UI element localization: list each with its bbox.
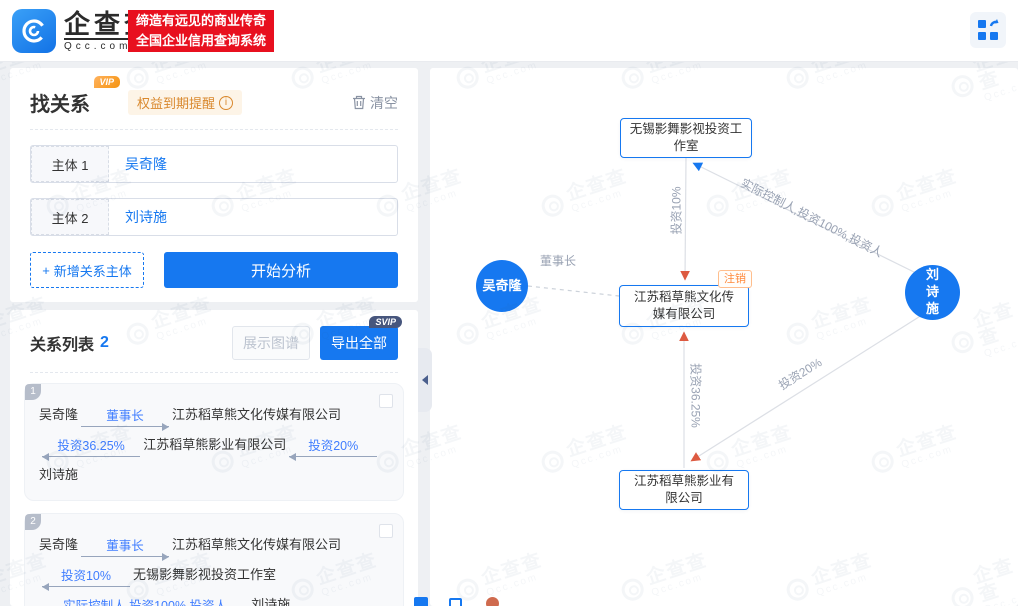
arrow-left-icon: 投资36.25%	[42, 438, 140, 457]
chain-entity[interactable]: 刘诗施	[39, 467, 78, 482]
chain-relation-label: 实际控制人,投资100%,投资人	[42, 598, 248, 606]
edge-label-chairman: 董事长	[530, 252, 586, 269]
arrow-right-icon: 董事长	[81, 408, 169, 427]
legend-company-swatch	[449, 598, 462, 606]
collapse-arrow-icon	[422, 375, 428, 385]
chain-entity[interactable]: 吴奇隆	[39, 537, 78, 552]
page-title: 找关系 VIP	[30, 88, 90, 117]
graph-node-company-mid[interactable]: 江苏稻草熊文化传媒有限公司	[619, 285, 749, 327]
results-count: 2	[100, 334, 109, 352]
edge-label-invest10: 投资10%	[668, 179, 685, 243]
results-title: 关系列表	[30, 331, 94, 355]
subject2-input[interactable]: 刘诗施	[109, 199, 397, 235]
analyze-button[interactable]: 开始分析	[164, 252, 398, 288]
info-icon: i	[219, 96, 233, 110]
show-graph-button[interactable]: 展示图谱	[232, 326, 310, 360]
chain-entity[interactable]: 刘诗施	[251, 597, 290, 606]
find-relations-panel: 找关系 VIP 权益到期提醒 i 清空 主体 1 吴奇隆 主体 2 刘诗施 + …	[10, 68, 418, 302]
relation-list-panel: 关系列表 2 展示图谱 导出全部 SVIP 1吴奇隆董事长江苏稻草熊文化传媒有限…	[10, 310, 418, 606]
arrow-left-icon: 投资20%	[289, 438, 377, 457]
status-badge-cancelled: 注销	[718, 270, 752, 288]
slogan-line2: 全国企业信用查询系统	[136, 31, 266, 51]
edge-label-invest3625: 投资36.25%	[688, 358, 705, 434]
chain-entity[interactable]: 江苏稻草熊文化传媒有限公司	[172, 407, 341, 422]
item-index-badge: 1	[25, 384, 41, 400]
chain-relation-label: 投资36.25%	[42, 438, 140, 455]
chain-relation-label: 董事长	[81, 538, 169, 555]
graph-node-company-bottom[interactable]: 江苏稻草熊影业有限公司	[619, 470, 749, 510]
vip-badge: VIP	[94, 76, 120, 88]
relation-list-item: 1 吴奇隆董事长江苏稻草熊文化传媒有限公司投资36.25%江苏稻草熊影业有限公司投…	[24, 383, 404, 501]
expiry-notice-text: 权益到期提醒	[137, 93, 215, 112]
chain-entity[interactable]: 无锡影舞影视投资工作室	[133, 567, 276, 582]
top-header: 企查查 Qcc.com 缔造有远见的商业传奇 全国企业信用查询系统	[0, 0, 1018, 62]
relation-list-item: 2 吴奇隆董事长江苏稻草熊文化传媒有限公司投资10%无锡影舞影视投资工作室实际控制…	[24, 513, 404, 606]
graph-node-person2[interactable]: 刘诗施	[905, 265, 960, 320]
slogan-line1: 缔造有远见的商业传奇	[136, 11, 266, 31]
chain-relation-label: 董事长	[81, 408, 169, 425]
export-all-button[interactable]: 导出全部 SVIP	[320, 326, 398, 360]
arrow-left-icon: 投资10%	[42, 568, 130, 587]
qcc-logo-icon	[12, 9, 56, 53]
chain-relation-label: 投资10%	[42, 568, 130, 585]
qr-scan-icon[interactable]	[970, 12, 1006, 48]
relation-graph-canvas[interactable]: 董事长 投资10% 投资36.25% 实际控制人,投资100%,投资人 投资20…	[430, 68, 1018, 606]
panel-collapse-handle[interactable]	[418, 348, 432, 412]
edge-invest20	[691, 315, 922, 461]
chain-relation-label: 投资20%	[289, 438, 377, 455]
relation-list: 1吴奇隆董事长江苏稻草熊文化传媒有限公司投资36.25%江苏稻草熊影业有限公司投…	[10, 373, 418, 606]
subject2-field[interactable]: 主体 2 刘诗施	[30, 198, 398, 236]
edge-invest10	[685, 158, 686, 280]
edge-chairman	[528, 286, 619, 296]
item-checkbox[interactable]	[379, 524, 393, 538]
brand-slogan: 缔造有远见的商业传奇 全国企业信用查询系统	[128, 10, 274, 52]
chain-entity[interactable]: 江苏稻草熊文化传媒有限公司	[172, 537, 341, 552]
arrow-right-icon: 董事长	[81, 538, 169, 557]
legend-person-swatch	[486, 597, 499, 606]
subject2-label: 主体 2	[31, 199, 109, 235]
add-subject-label: 新增关系主体	[54, 261, 132, 280]
svip-badge: SVIP	[369, 316, 402, 328]
graph-node-person1[interactable]: 吴奇隆	[476, 260, 528, 312]
chain-entity[interactable]: 吴奇隆	[39, 407, 78, 422]
plus-icon: +	[42, 263, 50, 278]
subject1-input[interactable]: 吴奇隆	[109, 146, 397, 182]
clear-label: 清空	[370, 93, 398, 113]
graph-node-company-top[interactable]: 无锡影舞影视投资工作室	[620, 118, 752, 158]
export-all-label: 导出全部	[331, 335, 387, 351]
trash-icon	[352, 95, 366, 110]
item-index-badge: 2	[25, 514, 41, 530]
expiry-notice[interactable]: 权益到期提醒 i	[128, 90, 242, 115]
subject1-label: 主体 1	[31, 146, 109, 182]
add-subject-button[interactable]: + 新增关系主体	[30, 252, 144, 288]
clear-button[interactable]: 清空	[352, 93, 398, 113]
arrow-left-icon: 实际控制人,投资100%,投资人	[42, 598, 248, 606]
legend-subject-swatch	[414, 597, 428, 606]
item-checkbox[interactable]	[379, 394, 393, 408]
subject1-field[interactable]: 主体 1 吴奇隆	[30, 145, 398, 183]
divider	[30, 129, 398, 130]
chain-entity[interactable]: 江苏稻草熊影业有限公司	[143, 437, 286, 452]
